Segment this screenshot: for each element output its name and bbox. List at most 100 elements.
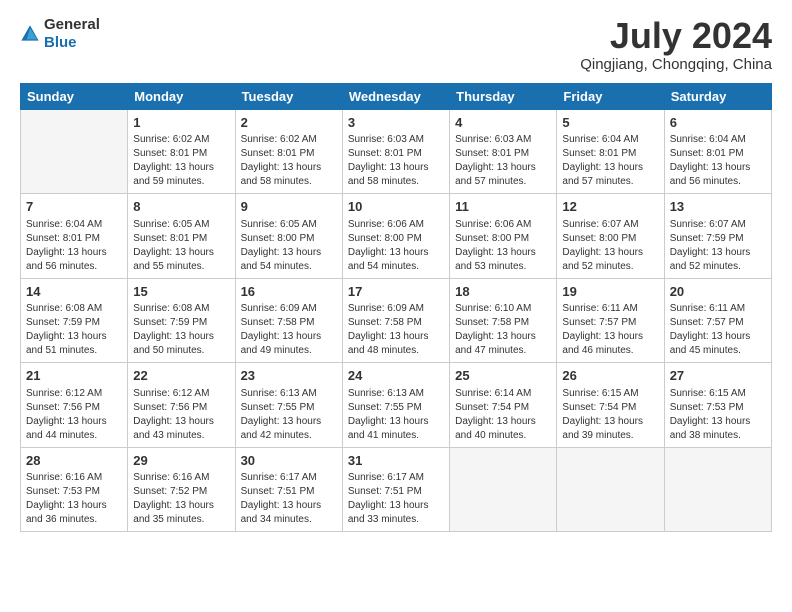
calendar-cell [664, 447, 771, 532]
day-info: Sunrise: 6:15 AMSunset: 7:54 PMDaylight:… [562, 387, 658, 443]
calendar-cell [21, 109, 128, 194]
day-info: Sunrise: 6:09 AMSunset: 7:58 PMDaylight:… [241, 302, 337, 358]
day-info: Sunrise: 6:13 AMSunset: 7:55 PMDaylight:… [241, 387, 337, 443]
day-info: Sunrise: 6:05 AMSunset: 8:01 PMDaylight:… [133, 218, 229, 274]
day-number: 20 [670, 283, 766, 301]
day-number: 13 [670, 198, 766, 216]
day-number: 16 [241, 283, 337, 301]
day-info: Sunrise: 6:11 AMSunset: 7:57 PMDaylight:… [562, 302, 658, 358]
day-info: Sunrise: 6:09 AMSunset: 7:58 PMDaylight:… [348, 302, 444, 358]
day-number: 12 [562, 198, 658, 216]
day-number: 27 [670, 367, 766, 385]
day-number: 2 [241, 114, 337, 132]
calendar-cell: 24Sunrise: 6:13 AMSunset: 7:55 PMDayligh… [342, 363, 449, 448]
calendar-cell: 30Sunrise: 6:17 AMSunset: 7:51 PMDayligh… [235, 447, 342, 532]
day-info: Sunrise: 6:07 AMSunset: 7:59 PMDaylight:… [670, 218, 766, 274]
day-number: 30 [241, 452, 337, 470]
day-number: 26 [562, 367, 658, 385]
day-info: Sunrise: 6:16 AMSunset: 7:53 PMDaylight:… [26, 471, 122, 527]
weekday-header-wednesday: Wednesday [342, 83, 449, 109]
weekday-header-monday: Monday [128, 83, 235, 109]
week-row-5: 28Sunrise: 6:16 AMSunset: 7:53 PMDayligh… [21, 447, 772, 532]
day-number: 11 [455, 198, 551, 216]
weekday-header-saturday: Saturday [664, 83, 771, 109]
header: General Blue July 2024 Qingjiang, Chongq… [20, 16, 772, 73]
day-info: Sunrise: 6:06 AMSunset: 8:00 PMDaylight:… [455, 218, 551, 274]
page: General Blue July 2024 Qingjiang, Chongq… [0, 0, 792, 612]
day-info: Sunrise: 6:03 AMSunset: 8:01 PMDaylight:… [348, 133, 444, 189]
day-number: 15 [133, 283, 229, 301]
title-area: July 2024 Qingjiang, Chongqing, China [580, 16, 772, 73]
day-number: 22 [133, 367, 229, 385]
weekday-header-thursday: Thursday [450, 83, 557, 109]
calendar-cell: 10Sunrise: 6:06 AMSunset: 8:00 PMDayligh… [342, 194, 449, 279]
calendar-cell: 8 Sunrise: 6:05 AMSunset: 8:01 PMDaylight… [128, 194, 235, 279]
month-year: July 2024 [580, 16, 772, 56]
day-info: Sunrise: 6:17 AMSunset: 7:51 PMDaylight:… [348, 471, 444, 527]
day-number: 19 [562, 283, 658, 301]
calendar-cell: 25Sunrise: 6:14 AMSunset: 7:54 PMDayligh… [450, 363, 557, 448]
day-number: 31 [348, 452, 444, 470]
day-info: Sunrise: 6:12 AMSunset: 7:56 PMDaylight:… [26, 387, 122, 443]
day-info: Sunrise: 6:03 AMSunset: 8:01 PMDaylight:… [455, 133, 551, 189]
day-number: 7 [26, 198, 122, 216]
week-row-4: 21 Sunrise: 6:12 AMSunset: 7:56 PMDayligh… [21, 363, 772, 448]
calendar-cell [450, 447, 557, 532]
day-number: 17 [348, 283, 444, 301]
calendar-cell: 12 Sunrise: 6:07 AMSunset: 8:00 PMDayligh… [557, 194, 664, 279]
calendar-cell: 2Sunrise: 6:02 AMSunset: 8:01 PMDaylight… [235, 109, 342, 194]
weekday-header-tuesday: Tuesday [235, 83, 342, 109]
logo-blue: Blue [44, 34, 77, 51]
logo-icon [20, 24, 40, 44]
weekday-header-friday: Friday [557, 83, 664, 109]
calendar-cell: 6Sunrise: 6:04 AMSunset: 8:01 PMDaylight… [664, 109, 771, 194]
calendar-cell: 11 Sunrise: 6:06 AMSunset: 8:00 PMDayligh… [450, 194, 557, 279]
day-info: Sunrise: 6:13 AMSunset: 7:55 PMDaylight:… [348, 387, 444, 443]
calendar-cell: 1Sunrise: 6:02 AMSunset: 8:01 PMDaylight… [128, 109, 235, 194]
location: Qingjiang, Chongqing, China [580, 56, 772, 73]
calendar-cell: 15Sunrise: 6:08 AMSunset: 7:59 PMDayligh… [128, 278, 235, 363]
logo: General Blue [20, 16, 100, 52]
calendar-cell: 28Sunrise: 6:16 AMSunset: 7:53 PMDayligh… [21, 447, 128, 532]
week-row-1: 1Sunrise: 6:02 AMSunset: 8:01 PMDaylight… [21, 109, 772, 194]
day-number: 1 [133, 114, 229, 132]
calendar-cell: 3Sunrise: 6:03 AMSunset: 8:01 PMDaylight… [342, 109, 449, 194]
day-info: Sunrise: 6:10 AMSunset: 7:58 PMDaylight:… [455, 302, 551, 358]
weekday-header-row: SundayMondayTuesdayWednesdayThursdayFrid… [21, 83, 772, 109]
calendar-cell: 27 Sunrise: 6:15 AMSunset: 7:53 PMDayligh… [664, 363, 771, 448]
calendar-cell: 20Sunrise: 6:11 AMSunset: 7:57 PMDayligh… [664, 278, 771, 363]
day-number: 6 [670, 114, 766, 132]
day-number: 3 [348, 114, 444, 132]
day-number: 21 [26, 367, 122, 385]
calendar-cell: 16Sunrise: 6:09 AMSunset: 7:58 PMDayligh… [235, 278, 342, 363]
calendar-cell: 5Sunrise: 6:04 AMSunset: 8:01 PMDaylight… [557, 109, 664, 194]
calendar-cell: 26 Sunrise: 6:15 AMSunset: 7:54 PMDayligh… [557, 363, 664, 448]
calendar-cell: 29Sunrise: 6:16 AMSunset: 7:52 PMDayligh… [128, 447, 235, 532]
day-info: Sunrise: 6:11 AMSunset: 7:57 PMDaylight:… [670, 302, 766, 358]
week-row-3: 14 Sunrise: 6:08 AMSunset: 7:59 PMDayligh… [21, 278, 772, 363]
day-info: Sunrise: 6:06 AMSunset: 8:00 PMDaylight:… [348, 218, 444, 274]
day-number: 29 [133, 452, 229, 470]
day-number: 5 [562, 114, 658, 132]
day-info: Sunrise: 6:12 AMSunset: 7:56 PMDaylight:… [133, 387, 229, 443]
day-info: Sunrise: 6:08 AMSunset: 7:59 PMDaylight:… [133, 302, 229, 358]
calendar-cell: 23Sunrise: 6:13 AMSunset: 7:55 PMDayligh… [235, 363, 342, 448]
weekday-header-sunday: Sunday [21, 83, 128, 109]
day-info: Sunrise: 6:05 AMSunset: 8:00 PMDaylight:… [241, 218, 337, 274]
day-number: 18 [455, 283, 551, 301]
day-info: Sunrise: 6:04 AMSunset: 8:01 PMDaylight:… [670, 133, 766, 189]
day-info: Sunrise: 6:04 AMSunset: 8:01 PMDaylight:… [26, 218, 122, 274]
day-info: Sunrise: 6:02 AMSunset: 8:01 PMDaylight:… [241, 133, 337, 189]
calendar-cell: 14Sunrise: 6:08 AMSunset: 7:59 PMDayligh… [21, 278, 128, 363]
day-number: 8 [133, 198, 229, 216]
calendar: SundayMondayTuesdayWednesdayThursdayFrid… [20, 83, 772, 533]
calendar-cell: 22 Sunrise: 6:12 AMSunset: 7:56 PMDayligh… [128, 363, 235, 448]
day-info: Sunrise: 6:07 AMSunset: 8:00 PMDaylight:… [562, 218, 658, 274]
calendar-cell: 9 Sunrise: 6:05 AMSunset: 8:00 PMDaylight… [235, 194, 342, 279]
calendar-cell: 17Sunrise: 6:09 AMSunset: 7:58 PMDayligh… [342, 278, 449, 363]
day-info: Sunrise: 6:15 AMSunset: 7:53 PMDaylight:… [670, 387, 766, 443]
day-info: Sunrise: 6:02 AMSunset: 8:01 PMDaylight:… [133, 133, 229, 189]
calendar-cell: 4Sunrise: 6:03 AMSunset: 8:01 PMDaylight… [450, 109, 557, 194]
day-number: 9 [241, 198, 337, 216]
day-number: 14 [26, 283, 122, 301]
